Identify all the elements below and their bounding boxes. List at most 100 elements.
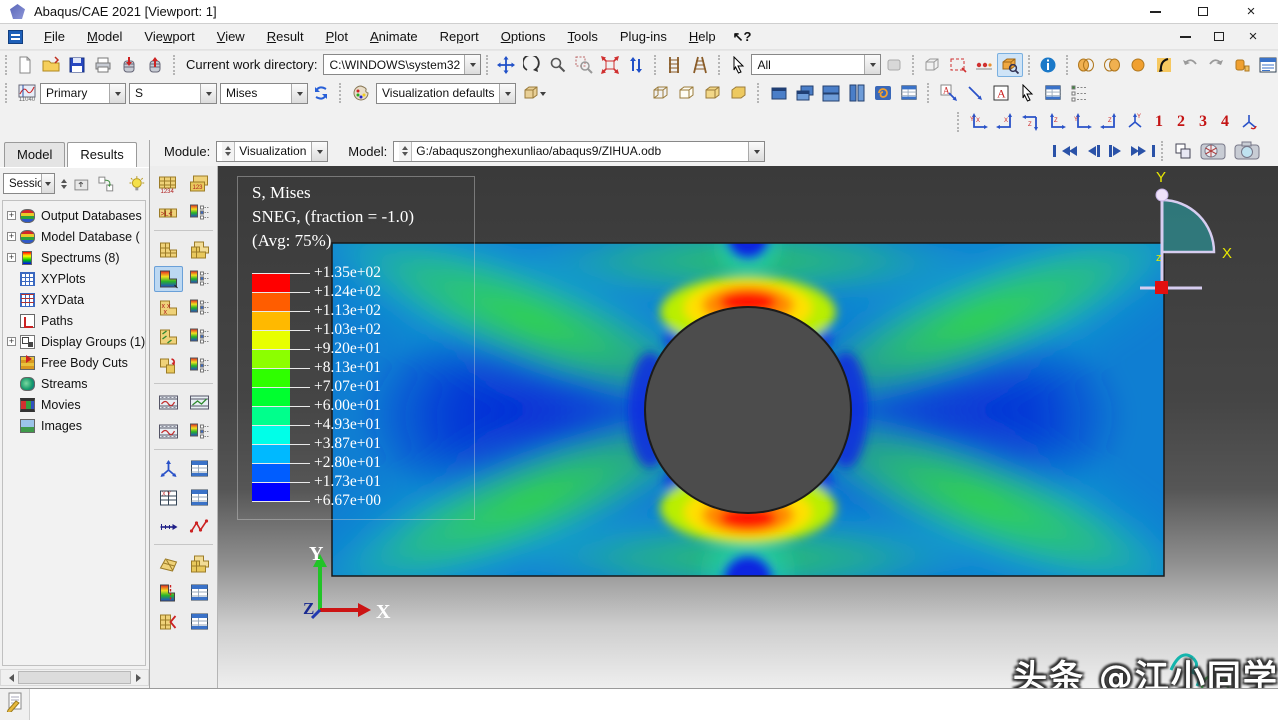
compass-free-rotate-handle[interactable] bbox=[1156, 189, 1168, 201]
tips-bulb-button[interactable] bbox=[128, 175, 146, 193]
view-3-button[interactable]: 3 bbox=[1192, 113, 1214, 131]
tile-vertical-button[interactable] bbox=[844, 81, 870, 105]
perspective-off-button[interactable] bbox=[687, 53, 713, 77]
close-button[interactable]: × bbox=[1242, 4, 1260, 20]
boolean-union-button[interactable] bbox=[1073, 53, 1099, 77]
color-cube-button[interactable] bbox=[516, 81, 552, 105]
view-left-button[interactable]: Z bbox=[1044, 110, 1070, 134]
link-tree-button[interactable] bbox=[97, 175, 115, 193]
overlay-options-button[interactable] bbox=[185, 353, 214, 379]
chevron-down-icon[interactable] bbox=[291, 84, 307, 103]
collapse-tree-button[interactable] bbox=[73, 175, 91, 193]
view-front-button[interactable]: XY bbox=[966, 110, 992, 134]
redo-button[interactable] bbox=[1203, 53, 1229, 77]
expand-icon[interactable]: + bbox=[7, 337, 16, 346]
orientation-options-button[interactable] bbox=[185, 324, 214, 350]
annotation-edit-button[interactable]: A bbox=[936, 81, 962, 105]
info-button[interactable] bbox=[1035, 53, 1061, 77]
spinner-icon[interactable] bbox=[222, 142, 235, 161]
scroll-left-button[interactable] bbox=[1, 670, 17, 685]
ball-tool-button[interactable] bbox=[1125, 53, 1151, 77]
view-top-button[interactable]: Y bbox=[1070, 110, 1096, 134]
xy-table-button[interactable] bbox=[154, 485, 183, 511]
symbol-options-button[interactable] bbox=[185, 295, 214, 321]
model-combo[interactable]: G:/abaquszonghexunliao/abaqus9/ZIHUA.odb bbox=[393, 141, 765, 162]
chevron-down-icon[interactable] bbox=[499, 84, 515, 103]
viewport-table-button[interactable] bbox=[896, 81, 922, 105]
view-2-button[interactable]: 2 bbox=[1170, 113, 1192, 131]
chevron-down-icon[interactable] bbox=[464, 55, 480, 74]
create-xy-data-button[interactable] bbox=[154, 456, 183, 482]
orientation-plot-button[interactable] bbox=[154, 324, 183, 350]
undo-button[interactable] bbox=[1177, 53, 1203, 77]
perspective-on-button[interactable] bbox=[661, 53, 687, 77]
query-button[interactable] bbox=[997, 53, 1023, 77]
tree-item-spectrums[interactable]: +Spectrums (8) bbox=[3, 247, 145, 268]
chevron-down-icon[interactable] bbox=[109, 84, 125, 103]
play-button[interactable] bbox=[1104, 140, 1130, 162]
previous-frame-button[interactable] bbox=[1078, 140, 1104, 162]
fit-view-button[interactable] bbox=[597, 53, 623, 77]
menu-plot[interactable]: Plot bbox=[315, 26, 359, 47]
xy-table-manager-button[interactable] bbox=[185, 485, 214, 511]
first-frame-button[interactable] bbox=[1052, 140, 1078, 162]
views-box-button[interactable] bbox=[919, 53, 945, 77]
view-bottom-button[interactable]: Z bbox=[1096, 110, 1122, 134]
view-1-button[interactable]: 1 bbox=[1148, 113, 1170, 131]
panel-list-button[interactable] bbox=[1255, 53, 1278, 77]
render-filled-button[interactable] bbox=[726, 81, 752, 105]
text-annotation-button[interactable]: A bbox=[988, 81, 1014, 105]
invariant-combo[interactable]: Mises bbox=[220, 83, 308, 104]
color-mode-combo[interactable]: Visualization defaults bbox=[376, 83, 516, 104]
compass-quadrant[interactable] bbox=[1162, 200, 1214, 252]
numbered-stack-button[interactable] bbox=[185, 171, 214, 197]
mini-db-button[interactable] bbox=[1229, 53, 1255, 77]
contour-options-button[interactable] bbox=[185, 266, 214, 292]
tree-item-model-database[interactable]: +Model Database ( bbox=[3, 226, 145, 247]
menu-options[interactable]: Options bbox=[490, 26, 557, 47]
view-cut-button[interactable] bbox=[154, 580, 183, 606]
boolean-intersect-button[interactable] bbox=[1099, 53, 1125, 77]
frame-clip-button[interactable] bbox=[1170, 139, 1196, 163]
free-body-manager-button[interactable] bbox=[185, 609, 214, 635]
select-cursor-button[interactable] bbox=[725, 53, 751, 77]
snapshot-button[interactable] bbox=[1230, 139, 1264, 163]
color-code-dialog-button[interactable] bbox=[348, 81, 374, 105]
undeformed-plot-button[interactable] bbox=[154, 237, 183, 263]
cycle-views-button[interactable] bbox=[623, 53, 649, 77]
render-hidden-button[interactable] bbox=[674, 81, 700, 105]
menu-tools[interactable]: Tools bbox=[557, 26, 609, 47]
numbered-mesh-button[interactable] bbox=[154, 171, 183, 197]
warp-plot-button[interactable] bbox=[154, 551, 183, 577]
view-4-button[interactable]: 4 bbox=[1214, 113, 1236, 131]
expand-icon[interactable]: + bbox=[7, 232, 16, 241]
field-output-dialog-button[interactable]: 11040 bbox=[14, 79, 40, 107]
new-file-button[interactable] bbox=[12, 53, 38, 77]
rotate-axis-button[interactable] bbox=[1236, 110, 1262, 134]
selection-filter-combo[interactable]: All bbox=[751, 54, 881, 75]
tab-model[interactable]: Model bbox=[4, 142, 65, 167]
compass-lock-icon[interactable] bbox=[1155, 281, 1168, 294]
menu-model[interactable]: Model bbox=[76, 26, 133, 47]
session-combo[interactable]: Sessio bbox=[3, 173, 55, 194]
tab-results[interactable]: Results bbox=[67, 142, 136, 167]
menu-help[interactable]: Help bbox=[678, 26, 727, 47]
annotation-manager-button[interactable] bbox=[1040, 81, 1066, 105]
help-cursor-icon[interactable]: ↖? bbox=[733, 29, 752, 45]
tree-item-movies[interactable]: Movies bbox=[3, 394, 145, 415]
last-frame-button[interactable] bbox=[1130, 140, 1156, 162]
menu-file[interactable]: File bbox=[33, 26, 76, 47]
view-cut-manager-button[interactable] bbox=[185, 580, 214, 606]
animate-harmonic-button[interactable] bbox=[154, 419, 183, 445]
probe-points-button[interactable] bbox=[971, 53, 997, 77]
deformed-plot-button[interactable] bbox=[185, 237, 214, 263]
child-restore-button[interactable] bbox=[1210, 29, 1228, 45]
contour-plot-button[interactable] bbox=[154, 266, 183, 292]
spectrum-options-button[interactable] bbox=[185, 200, 214, 226]
menu-report[interactable]: Report bbox=[429, 26, 490, 47]
overlay-plot-button[interactable] bbox=[154, 353, 183, 379]
arrow-annotation-button[interactable] bbox=[962, 81, 988, 105]
child-minimize-button[interactable] bbox=[1176, 29, 1194, 45]
menu-plugins[interactable]: Plug-ins bbox=[609, 26, 678, 47]
print-button[interactable] bbox=[90, 53, 116, 77]
